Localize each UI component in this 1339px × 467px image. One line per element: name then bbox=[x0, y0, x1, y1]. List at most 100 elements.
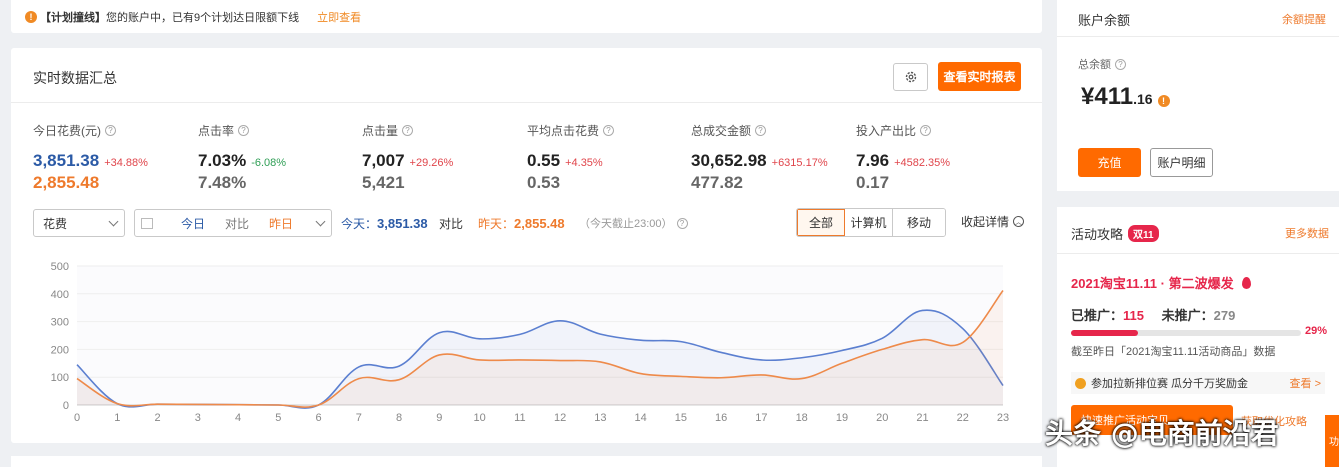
collapse-label: 收起详情 bbox=[961, 215, 1010, 229]
metric-today-value: 0.55 bbox=[527, 151, 561, 170]
help-icon[interactable]: ? bbox=[920, 125, 932, 136]
x-tick-label: 7 bbox=[356, 412, 362, 424]
notice-message: 您的账户中，已有9个计划达日限额下线 bbox=[106, 11, 300, 24]
x-tick-label: 0 bbox=[74, 412, 80, 424]
y-tick-label: 100 bbox=[51, 372, 69, 384]
balance-title: 账户余额 bbox=[1078, 13, 1131, 28]
metric-clicks[interactable]: 点击量? 7,007 +29.26% 5,421 bbox=[362, 122, 522, 193]
x-tick-label: 6 bbox=[316, 412, 322, 424]
metric-gmv[interactable]: 总成交金额? 30,652.98 +6315.17% 477.82 bbox=[691, 122, 871, 193]
x-tick-label: 13 bbox=[594, 412, 606, 424]
metric-yesterday-value: 477.82 bbox=[691, 173, 743, 192]
metric-today-value: 7.96 bbox=[856, 151, 890, 170]
metric-spend[interactable]: 今日花费(元)? 3,851.38 +34.88% 2,855.48 bbox=[33, 122, 193, 193]
balance-decimal: .16 bbox=[1133, 91, 1153, 107]
balance-reminder-link[interactable]: 余额提醒 bbox=[1282, 11, 1326, 27]
metric-change: +6315.17% bbox=[771, 157, 828, 169]
metric-today-value: 7.03% bbox=[198, 151, 247, 170]
x-tick-label: 15 bbox=[675, 412, 687, 424]
today-value: 3,851.38 bbox=[377, 216, 428, 231]
y-tick-label: 300 bbox=[51, 317, 69, 329]
data-note: 截至昨日「2021淘宝11.11活动商品」数据 bbox=[1071, 346, 1276, 358]
help-icon[interactable]: ? bbox=[402, 125, 414, 136]
metric-select[interactable]: 花费 bbox=[33, 209, 125, 237]
yesterday-value: 2,855.48 bbox=[514, 216, 565, 231]
help-icon[interactable]: ? bbox=[755, 125, 767, 136]
y-tick-label: 500 bbox=[51, 261, 69, 273]
x-tick-label: 10 bbox=[473, 412, 485, 424]
help-icon[interactable]: ? bbox=[105, 125, 116, 136]
more-data-link[interactable]: 更多数据 bbox=[1285, 225, 1329, 241]
collapse-details-button[interactable]: 收起详情 ︿ bbox=[961, 213, 1025, 230]
metric-change: +34.88% bbox=[104, 157, 148, 169]
tab-mobile[interactable]: 移动 bbox=[893, 209, 945, 236]
coin-icon bbox=[1075, 377, 1086, 389]
account-balance-panel: 账户余额 余额提醒 总余额? ¥ 411 .16 ! 充值 账户明细 bbox=[1057, 0, 1339, 191]
x-tick-label: 22 bbox=[957, 412, 969, 424]
today-summary: 今天：3,851.38 bbox=[341, 215, 428, 232]
y-tick-label: 0 bbox=[63, 400, 69, 412]
metric-today-value: 30,652.98 bbox=[691, 151, 767, 170]
double11-badge: 双11 bbox=[1128, 225, 1159, 242]
help-icon[interactable]: ? bbox=[1115, 58, 1126, 70]
x-tick-label: 5 bbox=[275, 412, 281, 424]
tab-computer[interactable]: 计算机 bbox=[845, 209, 893, 236]
join-ranking-banner[interactable]: 参加拉新排位赛 瓜分千万奖励金 查看 > bbox=[1071, 372, 1325, 394]
notice-tag: 【计划撞线】 bbox=[40, 11, 106, 24]
notice-bar: ! 【计划撞线】 您的账户中，已有9个计划达日限额下线 立即查看 bbox=[11, 0, 1042, 33]
tab-all[interactable]: 全部 bbox=[797, 209, 845, 236]
y-tick-label: 400 bbox=[51, 289, 69, 301]
cutoff-text: （今天截止23:00） bbox=[579, 218, 673, 230]
x-tick-label: 16 bbox=[715, 412, 727, 424]
help-icon[interactable]: ? bbox=[238, 125, 250, 136]
promotion-progress-bar bbox=[1071, 330, 1301, 336]
event-title[interactable]: 2021淘宝11.11 · 第二波爆发 bbox=[1071, 273, 1251, 292]
x-tick-label: 11 bbox=[514, 412, 525, 424]
metric-roi[interactable]: 投入产出比? 7.96 +4582.35% 0.17 bbox=[856, 122, 1016, 193]
date-compare-select[interactable]: 今日 对比 昨日 bbox=[134, 209, 332, 237]
side-floating-tab[interactable]: 功 bbox=[1325, 415, 1339, 467]
metric-select-value: 花费 bbox=[43, 216, 68, 231]
recharge-button[interactable]: 充值 bbox=[1078, 148, 1141, 177]
spend-chart: 01002003004005000 1 2 3 4 5 6 7 8 9 10 11 12 13 14 15 16… bbox=[51, 261, 1009, 424]
help-icon[interactable]: ? bbox=[676, 217, 688, 229]
info-icon[interactable]: ! bbox=[1157, 95, 1170, 107]
account-detail-button[interactable]: 账户明细 bbox=[1150, 148, 1213, 177]
help-icon[interactable]: ? bbox=[603, 125, 615, 136]
settings-button[interactable] bbox=[893, 63, 928, 91]
yesterday-summary: 昨天：2,855.48 bbox=[478, 215, 565, 232]
watermark: 头条 @电商前沿君 bbox=[1045, 417, 1279, 450]
event-title-text: 2021淘宝11.11 · 第二波爆发 bbox=[1071, 276, 1234, 291]
unpromoted-count: 279 bbox=[1213, 308, 1236, 323]
x-tick-label: 23 bbox=[997, 412, 1009, 424]
metric-label: 总成交金额 bbox=[691, 124, 752, 138]
view-realtime-report-button[interactable]: 查看实时报表 bbox=[938, 62, 1021, 91]
view-now-link[interactable]: 立即查看 bbox=[317, 9, 361, 25]
chevron-down-icon bbox=[108, 216, 119, 227]
x-tick-label: 4 bbox=[235, 412, 241, 424]
metric-avg-cpc[interactable]: 平均点击花费? 0.55 +4.35% 0.53 bbox=[527, 122, 687, 193]
yesterday-label: 昨天： bbox=[478, 217, 515, 231]
date-today: 今日 bbox=[181, 216, 206, 231]
currency-symbol: ¥ bbox=[1081, 83, 1095, 110]
metric-change: -6.08% bbox=[251, 157, 287, 169]
x-tick-label: 20 bbox=[876, 412, 888, 424]
metric-ctr[interactable]: 点击率? 7.03% -6.08% 7.48% bbox=[198, 122, 358, 193]
date-yesterday: 昨日 bbox=[269, 216, 294, 231]
metric-label: 投入产出比 bbox=[856, 124, 917, 138]
today-label: 今天： bbox=[341, 217, 378, 231]
metric-today-value: 3,851.38 bbox=[33, 151, 100, 170]
x-tick-label: 12 bbox=[554, 412, 566, 424]
unpromoted-label: 未推广： bbox=[1161, 308, 1214, 323]
metric-label: 平均点击花费 bbox=[527, 124, 600, 138]
metric-yesterday-value: 7.48% bbox=[198, 173, 247, 192]
promoted-count: 115 bbox=[1123, 308, 1144, 323]
vs-label: 对比 bbox=[439, 217, 464, 231]
progress-fill bbox=[1071, 330, 1138, 336]
fire-icon bbox=[1241, 276, 1251, 289]
join-view-link[interactable]: 查看 > bbox=[1290, 375, 1321, 391]
x-tick-label: 14 bbox=[635, 412, 647, 424]
balance-integer: 411 bbox=[1094, 83, 1134, 110]
metric-change: +29.26% bbox=[409, 157, 454, 169]
gear-icon bbox=[905, 71, 916, 83]
